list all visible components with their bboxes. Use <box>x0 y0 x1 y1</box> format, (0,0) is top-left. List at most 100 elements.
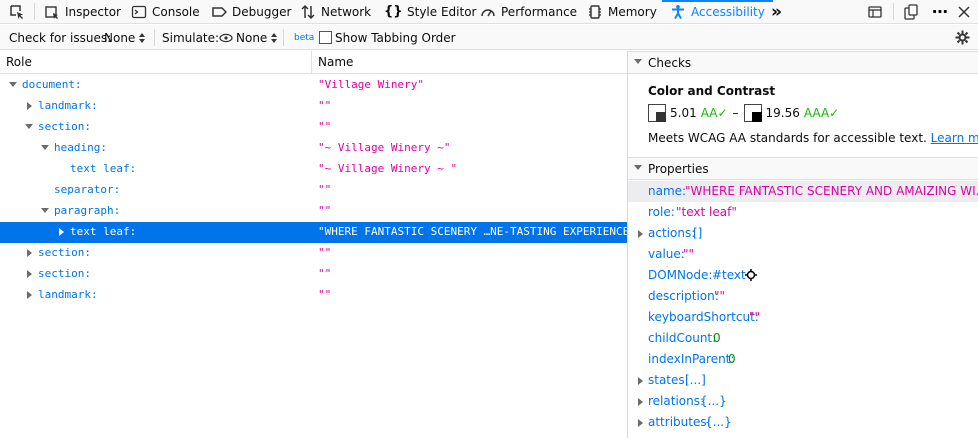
tab-inspector[interactable]: Inspector <box>44 0 121 23</box>
collapsed-twisty-icon[interactable] <box>25 102 33 110</box>
collapsed-twisty-icon[interactable] <box>636 377 644 385</box>
tree-row-name: "" <box>318 183 332 196</box>
gear-icon <box>955 30 970 45</box>
expanded-twisty-icon[interactable] <box>41 144 49 152</box>
tree-row-name: "~ Village Winery ~" <box>318 141 451 154</box>
pick-element-button[interactable] <box>9 0 25 23</box>
tab-accessibility[interactable]: Accessibility <box>662 0 773 23</box>
tree-row-name: "Village Winery" <box>318 78 424 91</box>
tree-row-role: separator: <box>54 183 121 196</box>
contrast-description-text: Meets WCAG AA standards for accessible t… <box>648 131 927 145</box>
collapsed-twisty-icon[interactable] <box>25 249 33 257</box>
collapsed-twisty-icon[interactable] <box>636 419 644 427</box>
contrast-swatch-icon <box>743 104 762 122</box>
column-header-role[interactable]: Role <box>6 55 32 69</box>
responsive-design-button[interactable] <box>867 0 883 23</box>
tree-row[interactable]: section: "" <box>0 264 627 285</box>
expanded-twisty-icon[interactable] <box>634 164 642 172</box>
tab-memory-label: Memory <box>608 4 657 19</box>
tree-row-name: "WHERE FANTASTIC SCENERY …NE-TASTING EXP… <box>318 225 650 238</box>
tab-inspector-label: Inspector <box>65 4 121 19</box>
tree-row[interactable]: paragraph: "" <box>0 201 627 222</box>
column-header-name[interactable]: Name <box>318 55 353 69</box>
tab-debugger[interactable]: Debugger <box>211 0 291 23</box>
target-icon[interactable] <box>745 269 757 281</box>
dropdown-arrows-icon <box>139 32 146 43</box>
tree-row[interactable]: heading: "~ Village Winery ~" <box>0 138 627 159</box>
inspector-icon <box>45 5 58 19</box>
property-row-keyboardshortcut[interactable]: keyboardShortcut: "" <box>628 307 978 328</box>
property-row-states[interactable]: states: [...] <box>628 370 978 391</box>
show-tabbing-order-toggle[interactable]: Show Tabbing Order <box>319 25 456 50</box>
tree-row-selected[interactable]: text leaf: "WHERE FANTASTIC SCENERY …NE-… <box>0 222 649 243</box>
tree-row[interactable]: separator: "" <box>0 180 627 201</box>
debugger-icon <box>212 6 227 17</box>
overflow-tabs-button[interactable]: » <box>771 0 782 23</box>
tab-network-label: Network <box>321 4 372 19</box>
collapsed-twisty-icon[interactable] <box>25 291 33 299</box>
tree-row-name: "" <box>318 204 332 217</box>
collapsed-twisty-icon[interactable] <box>636 398 644 406</box>
settings-button[interactable] <box>955 25 970 50</box>
more-button[interactable]: ⋯ <box>932 0 948 23</box>
tab-performance[interactable]: Performance <box>480 0 577 23</box>
learn-more-link[interactable]: Learn more <box>931 131 978 145</box>
tree-row[interactable]: document: "Village Winery" <box>0 75 627 96</box>
tree-row[interactable]: text leaf: "~ Village Winery ~ " <box>0 159 627 180</box>
property-row-name[interactable]: name: "WHERE FANTASTIC SCENERY AND AMAIZ… <box>628 181 978 202</box>
double-chevron-icon: » <box>771 1 782 22</box>
property-row-relations[interactable]: relations: {...} <box>628 391 978 412</box>
tab-memory[interactable]: Memory <box>587 0 657 23</box>
tree-header: Role Name <box>0 51 627 74</box>
property-value: "" <box>683 247 695 261</box>
tab-network[interactable]: Network <box>300 0 371 23</box>
tab-console[interactable]: Console <box>131 0 200 23</box>
property-value: "" <box>714 289 726 303</box>
property-value: [] <box>693 226 703 240</box>
property-key: name: <box>648 184 687 198</box>
pick-element-icon <box>10 4 23 19</box>
tree-row-role: heading: <box>54 141 107 154</box>
property-row-value[interactable]: value: "" <box>628 244 978 265</box>
tree-row-role: document: <box>22 78 82 91</box>
property-key: states: <box>648 373 689 387</box>
collapsed-twisty-icon[interactable] <box>636 230 644 238</box>
property-row-role[interactable]: role: "text leaf" <box>628 202 978 223</box>
checks-title: Checks <box>648 55 692 70</box>
contrast-dash: – <box>732 106 739 120</box>
property-row-childcount[interactable]: childCount: 0 <box>628 328 978 349</box>
expanded-twisty-icon[interactable] <box>9 81 17 89</box>
simulate-dropdown[interactable]: None <box>219 25 278 50</box>
dock-button[interactable] <box>903 0 919 23</box>
close-button[interactable] <box>958 0 970 23</box>
collapsed-twisty-icon[interactable] <box>25 270 33 278</box>
collapsed-twisty-icon[interactable] <box>57 228 65 236</box>
property-row-actions[interactable]: actions: [] <box>628 223 978 244</box>
property-value: {...} <box>705 415 732 429</box>
property-value: 0 <box>728 352 736 366</box>
simulate-value: None <box>236 30 268 45</box>
expanded-twisty-icon[interactable] <box>41 207 49 215</box>
expanded-twisty-icon[interactable] <box>25 123 33 131</box>
show-tabbing-order-label: Show Tabbing Order <box>335 30 456 45</box>
tab-style-editor[interactable]: {} Style Editor <box>384 0 476 23</box>
property-row-indexinparent[interactable]: indexInParent: 0 <box>628 349 978 370</box>
checks-section-header[interactable]: Checks <box>628 51 978 74</box>
property-key: DOMNode: <box>648 268 713 282</box>
check-for-issues-dropdown[interactable]: None <box>104 25 146 50</box>
memory-icon <box>589 4 601 19</box>
tabbing-order-checkbox[interactable] <box>319 31 332 44</box>
tree-row[interactable]: landmark: "" <box>0 96 627 117</box>
properties-section-header[interactable]: Properties <box>628 157 978 180</box>
property-row-attributes[interactable]: attributes: {...} <box>628 412 978 433</box>
expanded-twisty-icon[interactable] <box>634 58 642 66</box>
contrast-ratio-row: 5.01 AA✓ – 19.56 AAA✓ <box>648 104 839 122</box>
accessibility-subtoolbar: Check for issues: None Simulate: None be… <box>0 25 978 50</box>
tree-row[interactable]: section: "" <box>0 117 627 138</box>
tree-row[interactable]: section: "" <box>0 243 627 264</box>
property-key: indexInParent: <box>648 352 735 366</box>
property-row-description[interactable]: description: "" <box>628 286 978 307</box>
contrast-ratio-min: 5.01 <box>670 106 697 120</box>
tree-row[interactable]: landmark: "" <box>0 285 627 306</box>
property-row-domnode[interactable]: DOMNode: #text <box>628 265 978 286</box>
